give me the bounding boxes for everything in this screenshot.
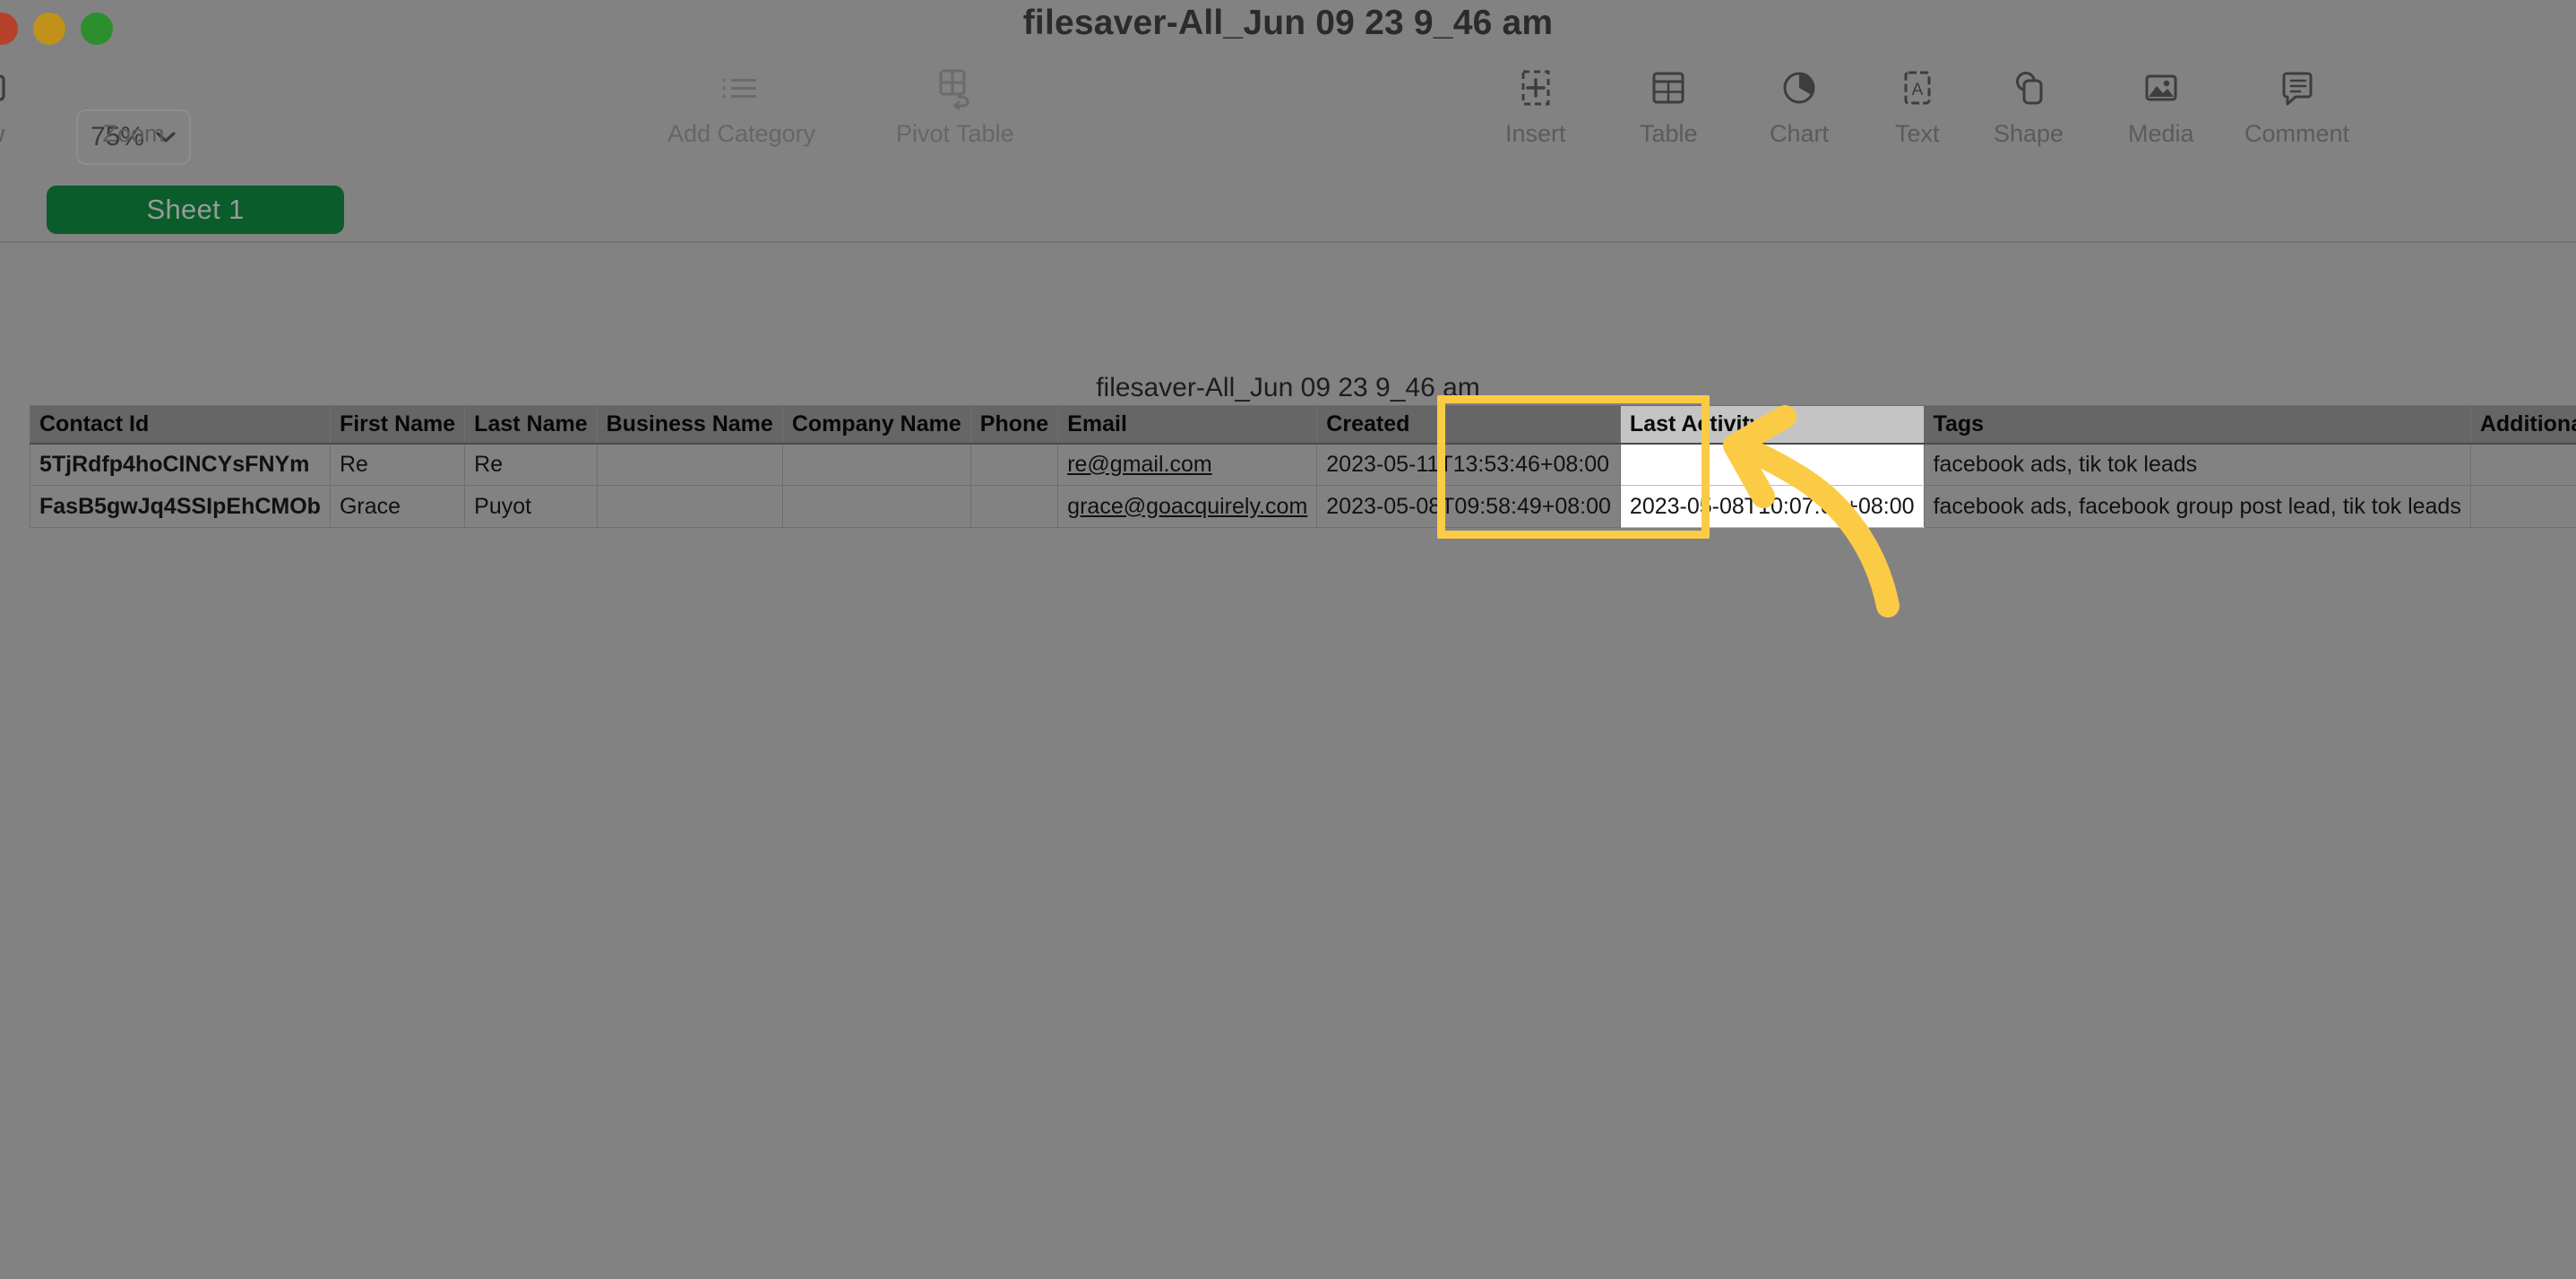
table-header-row: Contact Id First Name Last Name Business… — [30, 405, 2576, 445]
text-box-icon: A — [1896, 56, 1939, 113]
column-header-business-name[interactable]: Business Name — [596, 405, 783, 445]
cell-email[interactable]: grace@goacquirely.com — [1057, 485, 1318, 528]
toolbar-zoom-label: Zoom — [102, 120, 165, 147]
cell-last-name[interactable]: Re — [464, 443, 598, 486]
cell-contact-id[interactable]: FasB5gwJq4SSIpEhCMOb — [30, 485, 331, 528]
column-header-phone[interactable]: Phone — [969, 405, 1059, 445]
cell-tags[interactable]: facebook ads, tik tok leads — [1923, 443, 2471, 486]
email-link[interactable]: re@gmail.com — [1067, 452, 1212, 477]
cell-tags[interactable]: facebook ads, facebook group post lead, … — [1923, 485, 2471, 528]
cell-phone[interactable] — [969, 443, 1059, 486]
pie-chart-icon — [1778, 56, 1821, 113]
toolbar-text-label: Text — [1895, 120, 1940, 147]
contacts-table[interactable]: Contact Id First Name Last Name Business… — [30, 405, 2576, 528]
toolbar-add-category-label: Add Category — [668, 120, 816, 147]
cell-company-name[interactable] — [781, 443, 971, 486]
cell-business-name[interactable] — [596, 485, 783, 528]
insert-cell-icon — [1514, 56, 1557, 113]
column-header-last-name[interactable]: Last Name — [464, 405, 598, 445]
table-row[interactable]: 5TjRdfp4hoCINCYsFNYm Re Re re@gmail.com … — [30, 443, 2576, 486]
spreadsheet-canvas[interactable]: filesaver-All_Jun 09 23 9_46 am Contact … — [0, 243, 2576, 1279]
window-title-bar: filesaver-All_Jun 09 23 9_46 am — [0, 0, 2576, 56]
column-header-created[interactable]: Created — [1316, 405, 1621, 445]
sheet-tab-bar: Sheet 1 — [0, 173, 2576, 243]
comment-bubble-icon — [2276, 56, 2319, 113]
toolbar-table-label: Table — [1640, 120, 1698, 147]
email-link[interactable]: grace@goacquirely.com — [1067, 494, 1307, 519]
sheet-tab-label: Sheet 1 — [146, 194, 245, 225]
toolbar-pivot-table-button[interactable]: Pivot Table — [896, 56, 1014, 148]
cell-phone[interactable] — [969, 485, 1059, 528]
cell-company-name[interactable] — [781, 485, 971, 528]
cell-first-name[interactable]: Grace — [329, 485, 466, 528]
toolbar-table-button[interactable]: Table — [1640, 56, 1698, 148]
toolbar-media-label: Media — [2128, 120, 2194, 147]
numbers-spreadsheet-window: filesaver-All_Jun 09 23 9_46 am ew 75% Z… — [0, 0, 2576, 1279]
document-caption: filesaver-All_Jun 09 23 9_46 am — [1096, 373, 1480, 402]
main-toolbar: ew 75% Zoom — [0, 56, 2576, 175]
toolbar-shape-button[interactable]: Shape — [1994, 56, 2063, 148]
toolbar-chart-label: Chart — [1770, 120, 1830, 147]
toolbar-view-label: ew — [0, 120, 4, 148]
toolbar-chart-button[interactable]: Chart — [1770, 56, 1829, 148]
toolbar-shape-label: Shape — [1994, 120, 2064, 147]
cell-additional-emails[interactable] — [2469, 443, 2576, 486]
cell-additional-emails[interactable] — [2469, 485, 2576, 528]
column-header-last-activity[interactable]: Last Activity — [1620, 405, 1925, 445]
column-header-company-name[interactable]: Company Name — [781, 405, 971, 445]
toolbar-text-button[interactable]: A Text — [1895, 56, 1940, 148]
toolbar-pivot-table-label: Pivot Table — [896, 120, 1014, 147]
column-header-tags[interactable]: Tags — [1923, 405, 2471, 445]
table-grid-icon — [1647, 56, 1690, 113]
window-title: filesaver-All_Jun 09 23 9_46 am — [1022, 4, 1554, 42]
cell-first-name[interactable]: Re — [329, 443, 466, 486]
cell-last-name[interactable]: Puyot — [464, 485, 598, 528]
toolbar-add-category-button[interactable]: Add Category — [668, 56, 815, 148]
cell-contact-id[interactable]: 5TjRdfp4hoCINCYsFNYm — [30, 443, 331, 486]
cell-last-activity[interactable]: 2023-05-08T10:07:08+08:00 — [1620, 485, 1925, 528]
view-panel-icon — [0, 56, 9, 113]
column-header-first-name[interactable]: First Name — [329, 405, 466, 445]
column-header-email[interactable]: Email — [1057, 405, 1318, 445]
svg-text:A: A — [1911, 81, 1923, 99]
media-photo-icon — [2140, 56, 2183, 113]
toolbar-comment-button[interactable]: Comment — [2244, 56, 2349, 148]
cell-created[interactable]: 2023-05-08T09:58:49+08:00 — [1316, 485, 1621, 528]
toolbar-insert-button[interactable]: Insert — [1505, 56, 1566, 148]
toolbar-zoom-group: Zoom — [76, 56, 191, 148]
cell-email[interactable]: re@gmail.com — [1057, 443, 1318, 486]
toolbar-media-button[interactable]: Media — [2128, 56, 2194, 148]
cell-created[interactable]: 2023-05-11T13:53:46+08:00 — [1316, 443, 1621, 486]
toolbar-insert-label: Insert — [1505, 120, 1566, 147]
table-row[interactable]: FasB5gwJq4SSIpEhCMOb Grace Puyot grace@g… — [30, 485, 2576, 528]
pivot-table-icon — [932, 56, 978, 113]
column-header-additional-emails[interactable]: Additional Emails — [2469, 405, 2576, 445]
toolbar-comment-label: Comment — [2244, 120, 2350, 147]
toolbar-view-button[interactable]: ew — [0, 56, 9, 148]
cell-business-name[interactable] — [596, 443, 783, 486]
bulleted-list-icon — [719, 56, 765, 113]
shapes-icon — [2007, 56, 2050, 113]
column-header-contact-id[interactable]: Contact Id — [30, 405, 331, 445]
cell-last-activity[interactable] — [1620, 443, 1925, 486]
sheet-tab-sheet-1[interactable]: Sheet 1 — [47, 186, 344, 234]
